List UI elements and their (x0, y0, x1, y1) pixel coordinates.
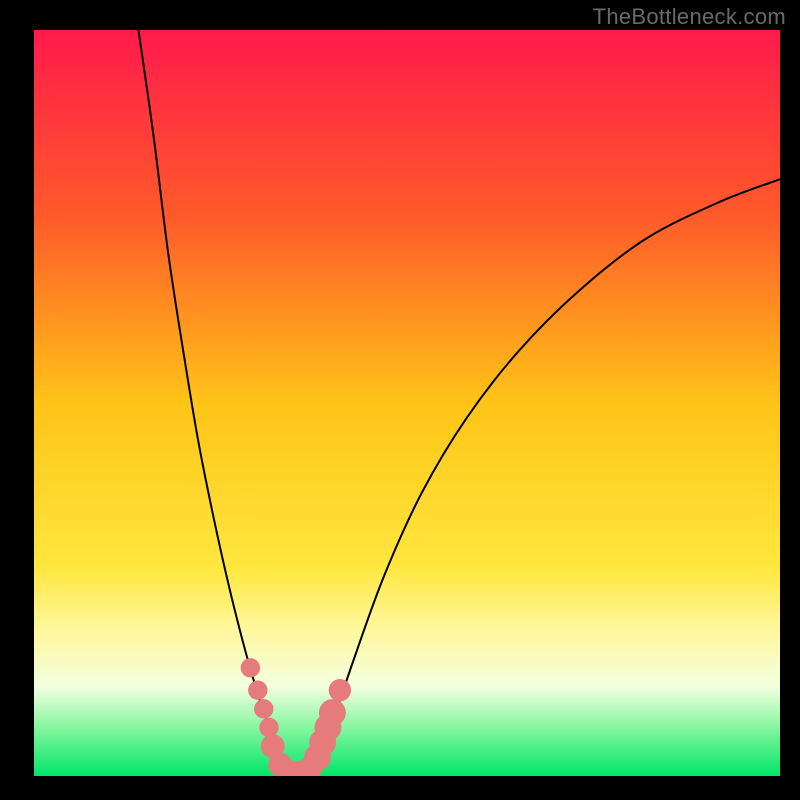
data-marker (259, 718, 278, 737)
chart-stage: TheBottleneck.com (0, 0, 800, 800)
data-marker (254, 699, 273, 718)
data-marker (248, 681, 267, 700)
plot-background (34, 30, 780, 776)
bottleneck-chart (0, 0, 800, 800)
data-marker (241, 658, 260, 677)
data-marker (319, 699, 346, 726)
data-marker (329, 679, 351, 701)
